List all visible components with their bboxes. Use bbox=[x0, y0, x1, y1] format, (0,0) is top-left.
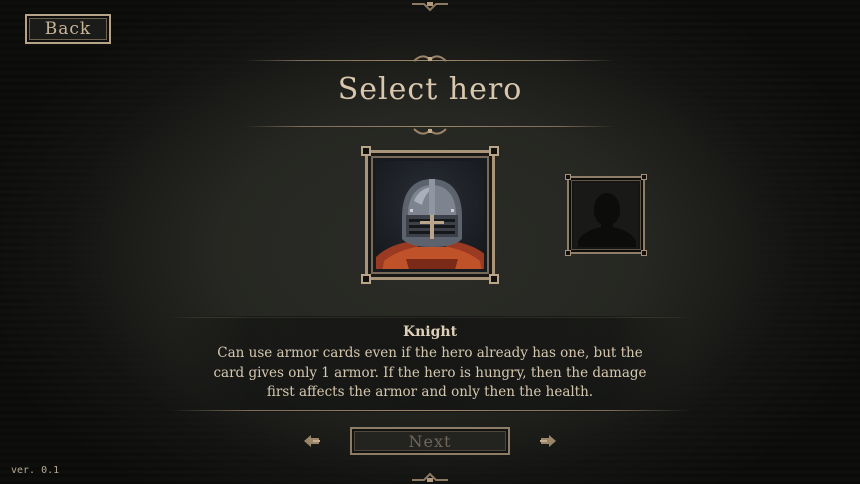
title-bottom-ornament-icon bbox=[410, 124, 450, 138]
frame-corner bbox=[361, 146, 371, 156]
back-button[interactable]: Back bbox=[25, 14, 111, 44]
silhouette-icon bbox=[578, 193, 636, 247]
right-arrow-ornament-icon[interactable] bbox=[538, 433, 558, 449]
description-bottom-rule bbox=[170, 410, 690, 411]
version-label: ver. 0.1 bbox=[11, 465, 60, 476]
title-top-ornament-icon bbox=[410, 52, 450, 66]
frame-corner bbox=[489, 146, 499, 156]
game-screen: Back Select hero Knight Can use armor ca… bbox=[0, 0, 860, 484]
frame-corner bbox=[641, 174, 647, 180]
bottom-ornament-icon bbox=[410, 470, 450, 484]
hero-card-locked[interactable] bbox=[565, 174, 647, 256]
frame-corner bbox=[361, 274, 371, 284]
hero-description-line: first affects the armor and only then th… bbox=[266, 384, 594, 400]
next-button[interactable]: Next bbox=[350, 427, 510, 455]
hero-description: Can use armor cards even if the hero alr… bbox=[205, 344, 655, 403]
page-title: Select hero bbox=[337, 72, 523, 107]
hero-name: Knight bbox=[402, 324, 458, 340]
frame-corner bbox=[641, 250, 647, 256]
hero-description-line: card gives only 1 armor. If the hero is … bbox=[213, 364, 647, 381]
top-ornament-icon bbox=[410, 0, 450, 14]
frame-corner bbox=[565, 174, 571, 180]
left-arrow-ornament-icon[interactable] bbox=[302, 433, 322, 449]
frame-corner bbox=[489, 274, 499, 284]
locked-portrait bbox=[574, 183, 638, 247]
hero-card-knight[interactable] bbox=[361, 146, 499, 284]
knight-helmet-icon bbox=[376, 179, 484, 269]
hero-description-line: Can use armor cards even if the hero alr… bbox=[217, 345, 643, 361]
knight-portrait bbox=[376, 161, 484, 269]
frame-corner bbox=[565, 250, 571, 256]
